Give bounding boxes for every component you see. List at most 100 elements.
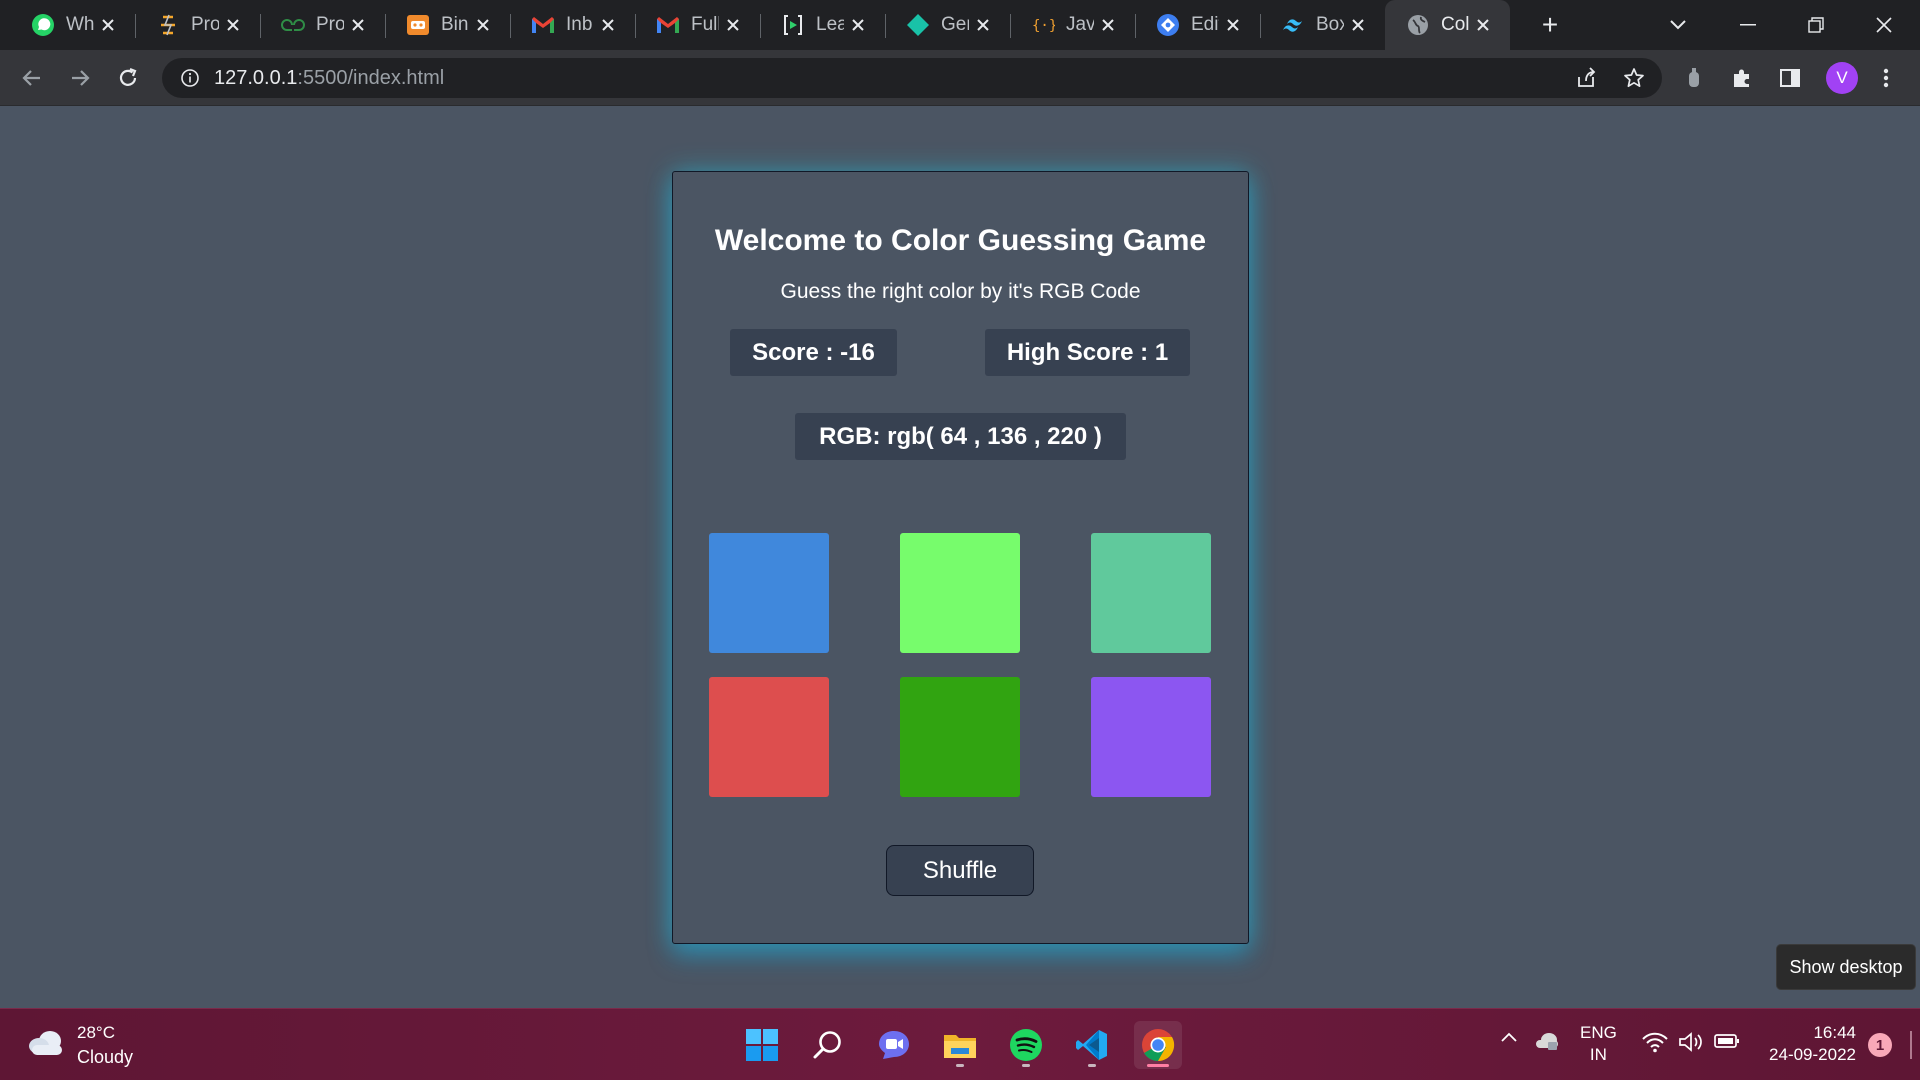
tab-title: Box — [1316, 14, 1344, 35]
tab-close-icon[interactable] — [1345, 12, 1371, 38]
notification-badge[interactable]: 1 — [1868, 1033, 1892, 1057]
browser-tab-2[interactable]: Pro — [135, 0, 260, 50]
page-title: Welcome to Color Guessing Game — [714, 224, 1207, 257]
tab-title: Ger — [941, 14, 969, 35]
forward-arrow-icon[interactable] — [64, 62, 96, 94]
color-swatch-5[interactable] — [900, 677, 1020, 797]
project-icon — [155, 12, 181, 38]
high-score-badge: High Score : 1 — [985, 329, 1190, 376]
score-badge: Score : -16 — [730, 329, 897, 376]
browser-tab-4[interactable]: Bin — [385, 0, 510, 50]
tab-close-icon[interactable] — [1095, 12, 1121, 38]
page-subtitle: Guess the right color by it's RGB Code — [780, 280, 1141, 303]
windows-start-icon[interactable] — [738, 1021, 786, 1069]
color-swatch-3[interactable] — [1091, 533, 1211, 653]
back-arrow-icon[interactable] — [16, 62, 48, 94]
show-hidden-icons-chevron-icon[interactable] — [1500, 1031, 1518, 1043]
tab-close-icon[interactable] — [95, 12, 121, 38]
tab-title: Lea — [816, 14, 844, 35]
gmail-icon — [655, 12, 681, 38]
show-desktop-tooltip: Show desktop — [1776, 944, 1916, 990]
javascript-icon: {·} — [1030, 12, 1056, 38]
search-icon[interactable] — [804, 1021, 852, 1069]
language-code: ENG — [1580, 1023, 1617, 1042]
tab-title: Col — [1441, 14, 1469, 35]
tab-close-icon[interactable] — [595, 12, 621, 38]
tab-title: Wh — [66, 14, 94, 35]
weather-condition[interactable]: Cloudy — [77, 1047, 133, 1068]
tab-close-icon[interactable] — [220, 12, 246, 38]
tab-title: Bin — [441, 14, 469, 35]
reload-icon[interactable] — [112, 62, 144, 94]
browser-tab-strip: Wh Pro Pro Bin Inb Full Lea Ger {·} Java Edit Box Co… — [0, 0, 1920, 50]
tab-close-icon[interactable] — [470, 12, 496, 38]
clock-date: 24-09-2022 — [1769, 1045, 1856, 1064]
browser-tab-11[interactable]: Box — [1260, 0, 1385, 50]
new-tab-button[interactable]: + — [1535, 9, 1565, 40]
site-info-icon[interactable] — [176, 64, 204, 92]
browser-tab-3[interactable]: Pro — [260, 0, 385, 50]
tab-close-icon[interactable] — [845, 12, 871, 38]
file-explorer-icon[interactable] — [936, 1021, 984, 1069]
chrome-menu-icon[interactable] — [1870, 62, 1902, 94]
tab-close-icon[interactable] — [970, 12, 996, 38]
tab-title: Pro — [191, 14, 219, 35]
volume-icon[interactable] — [1678, 1031, 1704, 1053]
coding-site-icon — [405, 12, 431, 38]
browser-tab-6[interactable]: Full — [635, 0, 760, 50]
browser-tab-8[interactable]: Ger — [885, 0, 1010, 50]
color-swatch-4[interactable] — [709, 677, 829, 797]
windows-taskbar: 28°C Cloudy ENG IN 16:44 24-09-2022 1 — [0, 1008, 1920, 1080]
side-panel-icon[interactable] — [1774, 62, 1806, 94]
minimize-button[interactable] — [1720, 6, 1776, 44]
extensions-puzzle-icon[interactable] — [1726, 62, 1758, 94]
tab-close-icon[interactable] — [1220, 12, 1246, 38]
teams-chat-icon[interactable] — [870, 1021, 918, 1069]
bookmark-star-icon[interactable] — [1620, 64, 1648, 92]
browser-tab-7[interactable]: Lea — [760, 0, 885, 50]
diamond-icon — [905, 12, 931, 38]
restore-button[interactable] — [1788, 6, 1844, 44]
profile-avatar[interactable]: V — [1826, 62, 1858, 94]
tab-title: Full — [691, 14, 719, 35]
color-swatch-1[interactable] — [709, 533, 829, 653]
whatsapp-icon — [30, 12, 56, 38]
system-clock[interactable]: 16:44 24-09-2022 — [1752, 1022, 1856, 1066]
browser-tab-1[interactable]: Wh — [10, 0, 135, 50]
shuffle-button[interactable]: Shuffle — [886, 845, 1034, 896]
tab-title: Inb — [566, 14, 593, 35]
color-swatch-2[interactable] — [900, 533, 1020, 653]
tailwind-icon — [1280, 12, 1306, 38]
tab-close-icon[interactable] — [345, 12, 371, 38]
svg-text:{·}: {·} — [1032, 18, 1055, 34]
address-bar[interactable]: 127.0.0.1:5500/index.html — [162, 58, 1662, 98]
tab-close-icon[interactable] — [720, 12, 746, 38]
browser-tab-9[interactable]: {·} Java — [1010, 0, 1135, 50]
tab-title: Pro — [316, 14, 344, 35]
onedrive-icon[interactable] — [1534, 1031, 1560, 1051]
spotify-icon[interactable] — [1002, 1021, 1050, 1069]
close-window-button[interactable] — [1856, 6, 1912, 44]
color-swatch-6[interactable] — [1091, 677, 1211, 797]
battery-icon[interactable] — [1714, 1033, 1740, 1049]
chrome-icon[interactable] — [1134, 1021, 1182, 1069]
tab-close-icon[interactable] — [1470, 12, 1496, 38]
extension-status-icon[interactable] — [1678, 62, 1710, 94]
browser-tab-12[interactable]: Col — [1385, 0, 1510, 50]
weather-temperature[interactable]: 28°C — [77, 1023, 115, 1043]
url-text: 127.0.0.1:5500/index.html — [214, 67, 445, 89]
browser-toolbar: 127.0.0.1:5500/index.html — [0, 50, 1920, 106]
browser-tab-5[interactable]: Inb — [510, 0, 635, 50]
region-code: IN — [1589, 1045, 1607, 1064]
wifi-icon[interactable] — [1642, 1031, 1668, 1053]
globe-icon — [1405, 12, 1431, 38]
input-language[interactable]: ENG IN — [1580, 1022, 1617, 1066]
share-icon[interactable] — [1572, 64, 1600, 92]
vscode-icon[interactable] — [1068, 1021, 1116, 1069]
browser-tab-10[interactable]: Edit — [1135, 0, 1260, 50]
editor-icon — [1155, 12, 1181, 38]
tab-search-chevron-icon[interactable] — [1650, 6, 1706, 44]
geeksforgeeks-icon — [280, 12, 306, 38]
cloudy-weather-icon[interactable] — [26, 1029, 66, 1062]
show-desktop-button[interactable] — [1910, 1031, 1912, 1059]
